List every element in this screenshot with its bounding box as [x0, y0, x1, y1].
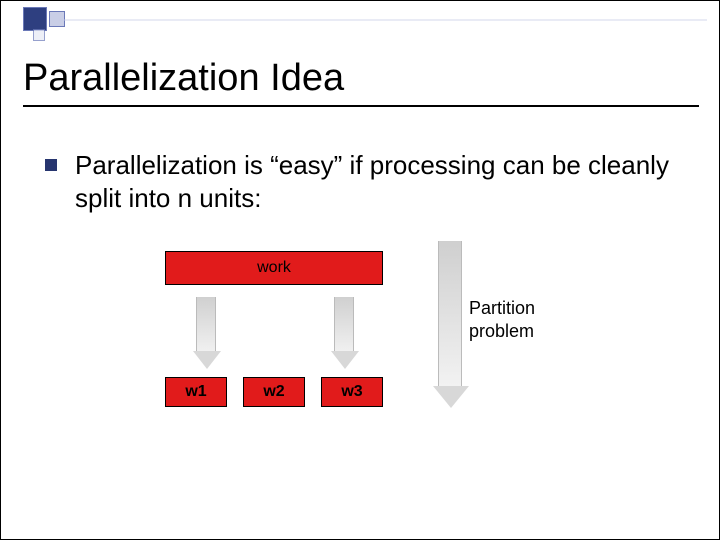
bullet-square-icon	[45, 159, 57, 171]
slide-title: Parallelization Idea	[23, 57, 344, 100]
diagram: work w1 w2 w3 Partition problem	[151, 251, 631, 471]
unit-box-w1: w1	[165, 377, 227, 407]
work-box: work	[165, 251, 383, 285]
header-rule	[59, 19, 707, 21]
arrow-down-large-icon	[433, 241, 467, 408]
arrow-down-icon	[331, 297, 357, 369]
caption-line-1: Partition	[469, 298, 535, 318]
decor-square-icon	[33, 29, 45, 41]
caption-line-2: problem	[469, 321, 534, 341]
decor-square-icon	[23, 7, 47, 31]
arrow-down-icon	[193, 297, 219, 369]
bullet-text: Parallelization is “easy” if processing …	[75, 149, 679, 214]
partition-caption: Partition problem	[469, 297, 535, 342]
unit-box-w2: w2	[243, 377, 305, 407]
bullet-row: Parallelization is “easy” if processing …	[45, 149, 679, 214]
slide: Parallelization Idea Parallelization is …	[0, 0, 720, 540]
title-underline	[23, 105, 699, 107]
unit-box-w3: w3	[321, 377, 383, 407]
